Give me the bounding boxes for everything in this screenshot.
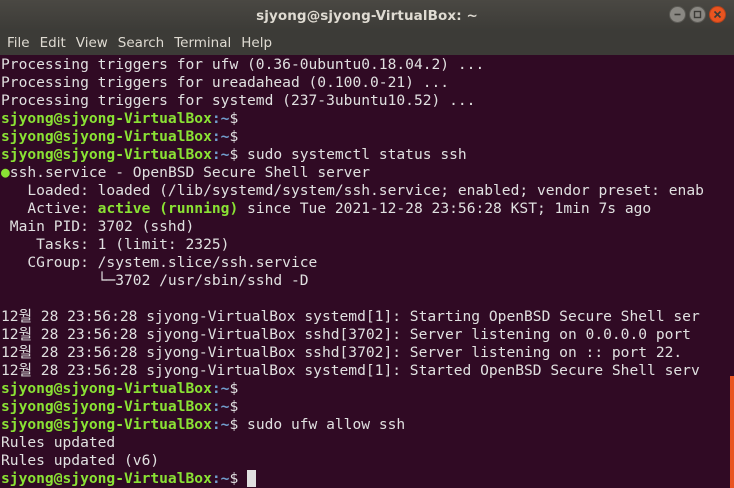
prompt-user: sjyong@sjyong-VirtualBox [1,380,212,397]
tasks-line: Tasks: 1 (limit: 2325) [1,236,230,253]
output-line: Rules updated [1,434,116,451]
prompt-line: sjyong@sjyong-VirtualBox:~$ [1,398,238,416]
prompt-user: sjyong@sjyong-VirtualBox [1,146,212,163]
prompt-user: sjyong@sjyong-VirtualBox [1,416,212,433]
status-dot-icon: ● [1,164,10,181]
prompt-line: sjyong@sjyong-VirtualBox:~$ [1,380,238,398]
prompt-path: :~ [211,470,230,487]
prompt-suffix: $ [229,416,239,433]
output-line: Processing triggers for ufw (0.36-0ubunt… [1,56,485,73]
output-line: Rules updated (v6) [1,452,160,469]
prompt-path: :~ [211,380,230,397]
prompt-user: sjyong@sjyong-VirtualBox [1,398,212,415]
terminal-output[interactable]: Processing triggers for ufw (0.36-0ubunt… [0,55,728,488]
minimize-button[interactable] [669,6,686,23]
active-line: Active: active (running) since Tue 2021-… [1,200,651,218]
command-text: sudo ufw allow ssh [238,416,406,433]
text-cursor [247,470,257,487]
prompt-path: :~ [211,146,230,163]
log-line: 12월 28 23:56:28 sjyong-VirtualBox sshd[3… [1,326,691,343]
title-bar[interactable]: sjyong@sjyong-VirtualBox: ~ [0,0,734,31]
command-text: sudo systemctl status ssh [238,146,467,163]
prompt-line: sjyong@sjyong-VirtualBox:~$ [1,470,257,488]
service-line: ●ssh.service - OpenBSD Secure Shell serv… [1,164,370,182]
cgroup-child-line: └─3702 /usr/sbin/sshd -D [1,272,309,289]
menu-help[interactable]: Help [236,31,277,55]
menu-bar: File Edit View Search Terminal Help [0,31,734,55]
active-status: active (running) [97,200,239,217]
window-controls [669,6,726,23]
service-name: ssh.service - OpenBSD Secure Shell serve… [9,164,371,181]
prompt-path: :~ [211,416,230,433]
prompt-suffix: $ [229,398,239,415]
prompt-suffix: $ [229,128,239,145]
prompt-line: sjyong@sjyong-VirtualBox:~$ sudo ufw all… [1,416,405,434]
log-line: 12월 28 23:56:28 sjyong-VirtualBox system… [1,308,700,325]
close-icon [713,10,722,19]
prompt-line: sjyong@sjyong-VirtualBox:~$ [1,128,238,146]
prompt-suffix: $ [229,470,239,487]
prompt-user: sjyong@sjyong-VirtualBox [1,470,212,487]
menu-search[interactable]: Search [113,31,169,55]
loaded-line: Loaded: loaded (/lib/systemd/system/ssh.… [1,182,704,199]
log-line: 12월 28 23:56:28 sjyong-VirtualBox system… [1,362,700,379]
scrollbar-thumb[interactable] [730,376,734,488]
prompt-line: sjyong@sjyong-VirtualBox:~$ sudo systemc… [1,146,467,164]
active-label: Active: [1,200,98,217]
prompt-suffix: $ [229,110,239,127]
log-line: 12월 28 23:56:28 sjyong-VirtualBox sshd[3… [1,344,683,361]
prompt-user: sjyong@sjyong-VirtualBox [1,128,212,145]
prompt-line: sjyong@sjyong-VirtualBox:~$ [1,110,238,128]
active-since: since Tue 2021-12-28 23:56:28 KST; 1min … [238,200,652,217]
maximize-button[interactable] [689,6,706,23]
prompt-path: :~ [211,398,230,415]
prompt-path: :~ [211,110,230,127]
output-line: Processing triggers for ureadahead (0.10… [1,74,450,91]
menu-terminal[interactable]: Terminal [169,31,236,55]
prompt-suffix: $ [229,380,239,397]
output-line: Processing triggers for systemd (237-3ub… [1,92,476,109]
prompt-user: sjyong@sjyong-VirtualBox [1,110,212,127]
prompt-suffix: $ [229,146,239,163]
minimize-icon [674,13,681,16]
menu-edit[interactable]: Edit [35,31,71,55]
cgroup-line: CGroup: /system.slice/ssh.service [1,254,318,271]
menu-file[interactable]: File [2,31,35,55]
window-title: sjyong@sjyong-VirtualBox: ~ [256,7,478,24]
close-button[interactable] [709,6,726,23]
menu-view[interactable]: View [71,31,113,55]
mainpid-line: Main PID: 3702 (sshd) [1,218,195,235]
prompt-path: :~ [211,128,230,145]
maximize-icon [693,10,702,19]
terminal-window: sjyong@sjyong-VirtualBox: ~ File Edit Vi… [0,0,734,488]
